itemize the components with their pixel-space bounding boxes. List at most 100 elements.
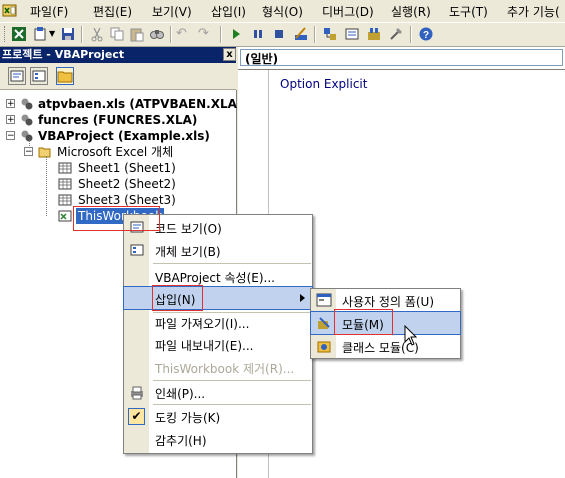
menu-debug[interactable]: 디버그(D)	[322, 3, 374, 20]
project-explorer-icon[interactable]	[322, 26, 338, 42]
menu-edit[interactable]: 편집(E)	[93, 3, 132, 20]
menu-item-label: 파일 가져오기(I)...	[155, 317, 250, 331]
view-object-icon	[32, 70, 46, 82]
menu-bar: 파일(F) 편집(E) 보기(V) 삽입(I) 형식(O) 디버그(D) 실행(…	[0, 0, 565, 23]
excel-view-icon[interactable]	[11, 26, 27, 42]
tree-item-sheet1[interactable]: Sheet1 (Sheet1)	[78, 160, 176, 176]
menu-format[interactable]: 형식(O)	[262, 3, 303, 20]
view-object-icon	[130, 244, 144, 256]
menu-file[interactable]: 파일(F)	[30, 3, 68, 20]
menu-item-project-properties[interactable]: VBAProject 속성(E)...	[124, 265, 312, 287]
open-folder-icon	[38, 147, 51, 158]
workbook-icon	[58, 210, 72, 222]
menu-item-export-file[interactable]: 파일 내보내기(E)...	[124, 333, 312, 355]
menu-insert[interactable]: 삽입(I)	[211, 3, 246, 20]
menu-item-hide[interactable]: 감추기(H)	[124, 428, 312, 450]
sheet-icon	[58, 194, 72, 206]
paste-icon[interactable]	[129, 26, 145, 42]
undo-icon[interactable]: ↶	[176, 26, 192, 42]
break-icon[interactable]	[250, 26, 266, 42]
insert-module-icon[interactable]	[33, 26, 49, 42]
toolbar-separator	[220, 26, 222, 43]
menu-item-label: VBAProject 속성(E)...	[155, 271, 275, 285]
menu-item-label: 개체 보기(B)	[155, 245, 221, 259]
help-icon[interactable]: ?	[418, 26, 434, 42]
context-menu: 코드 보기(O) 개체 보기(B) VBAProject 속성(E)... 삽입…	[123, 214, 313, 454]
vba-project-icon	[21, 130, 33, 142]
run-icon[interactable]	[228, 26, 244, 42]
menu-item-label: ThisWorkbook 제거(R)...	[155, 362, 295, 376]
code-header: (일반)	[238, 47, 565, 70]
sheet-icon	[58, 162, 72, 174]
menu-item-userform[interactable]: 사용자 정의 폼(U)	[311, 289, 460, 311]
toolbar-grip[interactable]	[4, 26, 9, 42]
code-line-option-explicit[interactable]: Option Explicit	[280, 77, 367, 91]
annotation-box-thisworkbook	[73, 206, 160, 231]
module-icon	[318, 317, 330, 329]
tree-guide-line	[29, 140, 31, 148]
vba-project-icon	[21, 114, 33, 126]
view-code-icon	[10, 70, 24, 82]
reset-icon[interactable]	[271, 26, 287, 42]
redo-icon[interactable]: ↷	[198, 26, 214, 42]
toolbar-separator	[314, 26, 316, 43]
svg-text:?: ?	[423, 30, 429, 41]
standard-toolbar: ▼ ↶ ↷ ?	[0, 23, 565, 47]
project-pane-title: 프로젝트 - VBAProject x	[0, 47, 236, 63]
menu-item-label: 도킹 가능(K)	[155, 411, 221, 425]
annotation-box-insert	[152, 285, 203, 311]
menu-run[interactable]: 실행(R)	[391, 3, 431, 20]
annotation-box-module	[334, 309, 393, 335]
toolbar-separator	[170, 26, 172, 43]
cut-icon[interactable]	[89, 26, 105, 42]
view-code-button[interactable]	[8, 67, 26, 85]
menu-item-dockable[interactable]: ✔ 도킹 가능(K)	[124, 405, 312, 427]
tree-item-excel-objects[interactable]: Microsoft Excel 개체	[57, 144, 173, 160]
vba-project-icon	[21, 98, 33, 110]
menu-item-view-object[interactable]: 개체 보기(B)	[124, 239, 312, 261]
copy-icon[interactable]	[109, 26, 125, 42]
menu-tools[interactable]: 도구(T)	[449, 3, 488, 20]
menu-item-label: 코드 보기(O)	[155, 222, 222, 236]
object-browser-icon[interactable]	[366, 26, 382, 42]
find-icon[interactable]	[149, 26, 165, 42]
collapse-icon[interactable]: −	[24, 147, 33, 157]
collapse-icon[interactable]: −	[6, 131, 15, 141]
close-icon[interactable]: x	[223, 48, 236, 61]
vba-app-icon[interactable]	[2, 3, 18, 18]
menu-item-label: 인쇄(P)...	[155, 387, 206, 401]
folder-icon	[57, 71, 73, 83]
menu-item-class-module[interactable]: 클래스 모듈(C)	[311, 335, 460, 357]
expand-icon[interactable]: +	[6, 99, 15, 109]
expand-icon[interactable]: +	[6, 115, 15, 125]
userform-icon	[316, 293, 332, 307]
checkmark-icon: ✔	[128, 408, 145, 425]
menu-view[interactable]: 보기(V)	[152, 3, 192, 20]
submenu-arrow-icon	[300, 294, 305, 302]
save-icon[interactable]	[60, 26, 76, 42]
printer-icon	[131, 386, 143, 400]
class-module-icon	[317, 341, 331, 353]
tree-guide-line	[46, 156, 48, 216]
toolbox-icon[interactable]	[388, 26, 404, 42]
tree-item-funcres[interactable]: funcres (FUNCRES.XLA)	[38, 112, 197, 128]
design-mode-icon[interactable]	[293, 26, 309, 42]
tree-item-vbaproject[interactable]: VBAProject (Example.xls)	[38, 128, 210, 144]
object-dropdown[interactable]: (일반)	[240, 49, 563, 66]
project-toolbar	[0, 63, 236, 90]
menu-item-label: 파일 내보내기(E)...	[155, 339, 254, 353]
toolbar-separator	[81, 26, 83, 43]
tree-item-sheet2[interactable]: Sheet2 (Sheet2)	[78, 176, 176, 192]
menu-item-print[interactable]: 인쇄(P)...	[124, 381, 312, 403]
mouse-cursor-icon	[404, 325, 418, 346]
project-title-label: 프로젝트 - VBAProject	[2, 48, 125, 61]
menu-item-label: 사용자 정의 폼(U)	[342, 295, 435, 309]
menu-item-import-file[interactable]: 파일 가져오기(I)...	[124, 311, 312, 333]
view-object-button[interactable]	[30, 67, 48, 85]
properties-window-icon[interactable]	[344, 26, 360, 42]
menu-addins[interactable]: 추가 기능(	[507, 3, 560, 20]
toolbar-separator	[410, 26, 412, 43]
toggle-folders-button[interactable]	[56, 67, 74, 85]
tree-item-atpvbaen[interactable]: atpvbaen.xls (ATPVBAEN.XLA)	[38, 96, 242, 112]
sheet-icon	[58, 178, 72, 190]
